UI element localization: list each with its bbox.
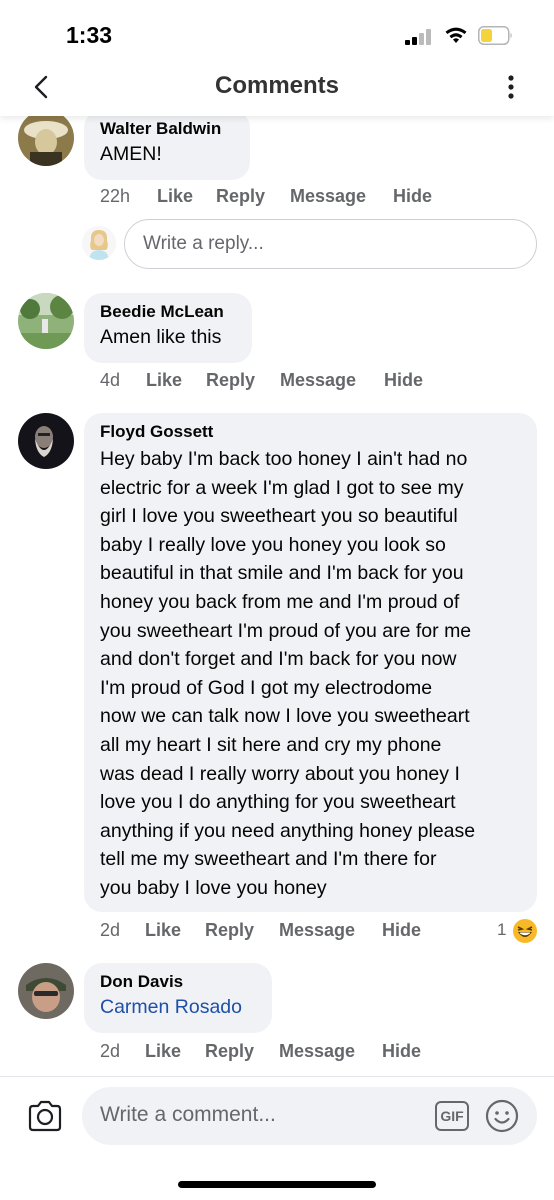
camera-icon[interactable] [26, 1099, 64, 1133]
like-button[interactable]: Like [146, 370, 182, 391]
comment-time: 2d [100, 920, 121, 940]
comment-text-line: love you I do anything for you sweethear… [100, 791, 456, 814]
reply-button[interactable]: Reply [205, 1041, 254, 1062]
comment-text-line: baby I really love you honey you look so [100, 533, 446, 556]
laughing-emoji-icon [513, 919, 537, 943]
cellular-signal-icon [405, 29, 433, 45]
comment-time: 4d [100, 370, 121, 390]
like-button[interactable]: Like [145, 1041, 181, 1062]
avatar-walter-baldwin[interactable] [18, 110, 74, 166]
message-button[interactable]: Message [279, 1041, 355, 1062]
avatar-beedie-mclean[interactable] [18, 293, 74, 349]
comment-time: 22h [100, 186, 131, 206]
comment-text: AMEN! [100, 143, 162, 165]
comment-actions: 4d Like Reply Message Hide [100, 370, 500, 394]
comment-text-line: I'm proud of God I got my electrodome [100, 676, 433, 699]
like-button[interactable]: Like [157, 186, 193, 207]
reaction-summary[interactable]: 1 [497, 918, 541, 944]
home-indicator [178, 1181, 376, 1188]
emoji-icon[interactable] [485, 1099, 519, 1133]
comment-text-line: now we can talk now I love you sweethear… [100, 705, 470, 728]
comment-bubble[interactable]: Floyd Gossett Hey baby I'm back too hone… [84, 413, 537, 912]
avatar-floyd-gossett[interactable] [18, 413, 74, 469]
status-time: 1:33 [66, 22, 113, 48]
hide-button[interactable]: Hide [382, 1041, 421, 1062]
hide-button[interactable]: Hide [382, 920, 421, 941]
message-button[interactable]: Message [290, 186, 366, 207]
comment-text-line: Hey baby I'm back too honey I ain't had … [100, 448, 468, 470]
hide-button[interactable]: Hide [393, 186, 432, 207]
status-bar: 1:33 [0, 0, 554, 60]
reply-button[interactable]: Reply [216, 186, 265, 207]
reply-button[interactable]: Reply [206, 370, 255, 391]
more-options-icon[interactable] [498, 72, 524, 102]
comment-text-line: you baby I love you honey [100, 876, 327, 899]
like-button[interactable]: Like [145, 920, 181, 941]
comment-text-line: anything if you need anything honey plea… [100, 819, 476, 842]
comment-actions: 2d Like Reply Message Hide [100, 1041, 500, 1065]
comment-author[interactable]: Don Davis [100, 971, 256, 993]
comment-input[interactable]: Write a comment... GIF [82, 1087, 537, 1145]
comment-author[interactable]: Beedie McLean [100, 301, 236, 323]
gif-button[interactable]: GIF [435, 1101, 469, 1131]
current-user-avatar [82, 226, 116, 260]
comments-feed: Walter Baldwin AMEN! 22h Like Reply Mess… [0, 0, 554, 1076]
comment-actions: 22h Like Reply Message Hide [100, 186, 500, 210]
comment-composer: Write a comment... GIF [0, 1076, 554, 1200]
message-button[interactable]: Message [280, 370, 356, 391]
comment-text-line: honey you back from me and I'm proud of [100, 590, 460, 613]
reply-button[interactable]: Reply [205, 920, 254, 941]
comment-text-line: electric for a week I'm glad I got to se… [100, 476, 464, 499]
comment-bubble[interactable]: Beedie McLean Amen like this [84, 293, 252, 363]
comment-text-line: and don't forget and I'm back for you no… [100, 648, 457, 671]
comment-text-line: was dead I really worry about you honey … [100, 762, 460, 785]
comment-placeholder: Write a comment... [100, 1103, 276, 1126]
comment-author[interactable]: Walter Baldwin [100, 118, 234, 140]
comment-text-line: girl I love you sweetheart you so beauti… [100, 505, 458, 528]
comment-time: 2d [100, 1041, 121, 1061]
comment-text-line: beautiful in that smile and I'm back for… [100, 562, 464, 585]
message-button[interactable]: Message [279, 920, 355, 941]
wifi-icon [445, 27, 467, 43]
comment-text-line: you sweetheart I'm proud of you are for … [100, 619, 472, 642]
header-bar: Comments [0, 60, 554, 116]
comment-bubble[interactable]: Don Davis Carmen Rosado [84, 963, 272, 1033]
mention-link[interactable]: Carmen Rosado [100, 993, 256, 1022]
page-title: Comments [214, 72, 340, 99]
hide-button[interactable]: Hide [384, 370, 423, 391]
comment-text: Amen like this [100, 326, 222, 348]
comment-text-line: all my heart I sit here and cry my phone [100, 733, 442, 756]
avatar-don-davis[interactable] [18, 963, 74, 1019]
reaction-count: 1 [497, 920, 507, 939]
comment-actions: 2d Like Reply Message Hide [100, 920, 500, 944]
comment-bubble[interactable]: Walter Baldwin AMEN! [84, 110, 250, 180]
comment-author[interactable]: Floyd Gossett [100, 421, 521, 443]
comment-text-line: tell me my sweetheart and I'm there for [100, 848, 437, 871]
reply-input[interactable]: Write a reply... [124, 219, 537, 269]
battery-icon [478, 26, 512, 45]
